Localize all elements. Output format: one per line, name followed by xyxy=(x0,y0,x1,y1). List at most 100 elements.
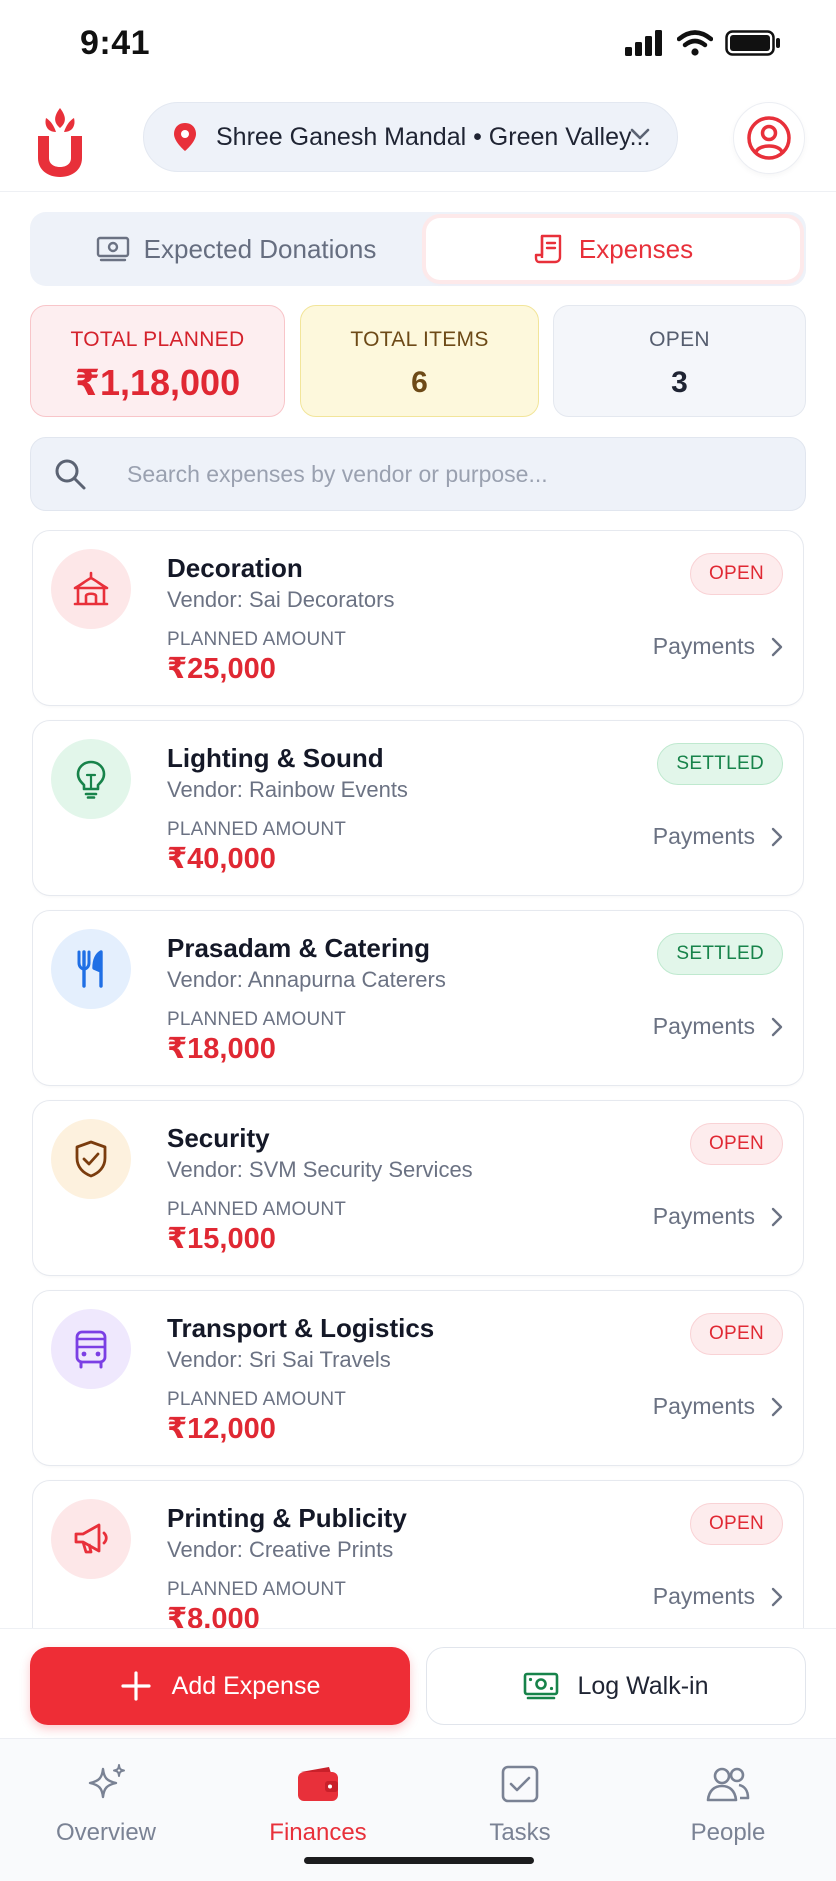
status-badge: SETTLED xyxy=(657,743,783,785)
wifi-icon xyxy=(677,30,713,56)
people-icon xyxy=(638,1759,818,1809)
planned-amount: ₹12,000 xyxy=(167,1413,276,1445)
status-badge: SETTLED xyxy=(657,933,783,975)
log-walkin-label: Log Walk-in xyxy=(577,1671,709,1700)
stat-open: OPEN 3 xyxy=(553,305,806,417)
tab-label: Expected Donations xyxy=(143,233,377,264)
stat-label: TOTAL PLANNED xyxy=(70,328,245,351)
chevron-down-icon xyxy=(630,128,650,140)
tab-label: Expenses xyxy=(578,233,694,264)
payments-link[interactable]: Payments xyxy=(653,1393,783,1420)
payments-link[interactable]: Payments xyxy=(653,823,783,850)
tent-icon xyxy=(51,549,131,629)
shield-check-icon xyxy=(51,1119,131,1199)
bulb-icon xyxy=(51,739,131,819)
planned-amount-label: PLANNED AMOUNT xyxy=(167,1009,347,1030)
wallet-icon xyxy=(228,1759,408,1809)
plus-icon xyxy=(120,1670,152,1702)
app-logo[interactable] xyxy=(34,106,86,178)
cash-icon xyxy=(523,1672,559,1700)
planned-amount-label: PLANNED AMOUNT xyxy=(167,1199,347,1220)
expense-title: Printing & Publicity xyxy=(167,1503,407,1533)
expense-card[interactable]: Decoration Vendor: Sai Decorators PLANNE… xyxy=(32,530,804,706)
add-expense-button[interactable]: Add Expense xyxy=(30,1647,410,1725)
finance-tabs: Expected Donations Expenses xyxy=(30,212,806,286)
profile-button[interactable] xyxy=(733,102,805,174)
stat-label: TOTAL ITEMS xyxy=(350,328,489,351)
location-selector[interactable]: Shree Ganesh Mandal • Green Valley... xyxy=(143,102,678,172)
expense-vendor: Vendor: Creative Prints xyxy=(167,1537,394,1562)
action-bar: Add Expense Log Walk-in xyxy=(0,1628,836,1738)
expense-title: Prasadam & Catering xyxy=(167,933,430,963)
expense-card[interactable]: Transport & Logistics Vendor: Sri Sai Tr… xyxy=(32,1290,804,1466)
payments-label: Payments xyxy=(652,823,755,849)
chevron-right-icon xyxy=(771,1397,783,1417)
log-walkin-button[interactable]: Log Walk-in xyxy=(426,1647,806,1725)
chevron-right-icon xyxy=(771,1017,783,1037)
stat-value: 3 xyxy=(671,366,688,399)
nav-label: Overview xyxy=(55,1819,157,1846)
money-icon xyxy=(96,236,130,262)
expense-vendor: Vendor: Sai Decorators xyxy=(167,587,395,612)
nav-finances[interactable]: Finances xyxy=(228,1759,408,1847)
tab-expected-donations[interactable]: Expected Donations xyxy=(36,218,436,280)
nav-tasks[interactable]: Tasks xyxy=(430,1759,610,1847)
nav-overview[interactable]: Overview xyxy=(16,1759,196,1847)
payments-label: Payments xyxy=(652,1583,755,1609)
status-time: 9:41 xyxy=(80,24,151,62)
planned-amount: ₹15,000 xyxy=(167,1223,276,1255)
planned-amount: ₹40,000 xyxy=(167,843,276,875)
location-text: Shree Ganesh Mandal • Green Valley... xyxy=(216,122,651,151)
expense-card[interactable]: Lighting & Sound Vendor: Rainbow Events … xyxy=(32,720,804,896)
payments-label: Payments xyxy=(652,1393,755,1419)
chevron-right-icon xyxy=(771,827,783,847)
cutlery-icon xyxy=(51,929,131,1009)
expense-title: Security xyxy=(167,1123,270,1153)
location-pin-icon xyxy=(174,123,196,151)
nav-people[interactable]: People xyxy=(638,1759,818,1847)
status-badge: OPEN xyxy=(689,1503,783,1545)
stat-value: 6 xyxy=(411,366,428,399)
search-icon xyxy=(53,457,87,491)
expense-card[interactable]: Security Vendor: SVM Security Services P… xyxy=(32,1100,804,1276)
payments-link[interactable]: Payments xyxy=(653,1013,783,1040)
receipt-icon xyxy=(533,233,565,265)
stat-total-items: TOTAL ITEMS 6 xyxy=(300,305,539,417)
search-input[interactable] xyxy=(127,460,747,488)
planned-amount: ₹25,000 xyxy=(167,653,276,685)
signal-icon xyxy=(625,30,662,56)
chevron-right-icon xyxy=(771,1587,783,1607)
battery-icon xyxy=(725,30,780,56)
planned-amount: ₹8,000 xyxy=(167,1603,260,1628)
tab-expenses[interactable]: Expenses xyxy=(426,218,800,280)
planned-amount-label: PLANNED AMOUNT xyxy=(167,1389,347,1410)
user-circle-icon xyxy=(747,116,791,160)
payments-link[interactable]: Payments xyxy=(653,1203,783,1230)
expense-list: Decoration Vendor: Sai Decorators PLANNE… xyxy=(32,530,804,1628)
payments-label: Payments xyxy=(652,1013,755,1039)
payments-link[interactable]: Payments xyxy=(653,633,783,660)
nav-label: Tasks xyxy=(489,1819,551,1846)
stat-label: OPEN xyxy=(649,328,710,351)
payments-label: Payments xyxy=(652,1203,755,1229)
payments-link[interactable]: Payments xyxy=(653,1583,783,1610)
bus-icon xyxy=(51,1309,131,1389)
megaphone-icon xyxy=(51,1499,131,1579)
status-bar: 9:41 xyxy=(0,0,836,90)
expense-vendor: Vendor: Annapurna Caterers xyxy=(167,967,446,992)
expense-vendor: Vendor: Rainbow Events xyxy=(167,777,408,802)
expense-title: Decoration xyxy=(167,553,303,583)
planned-amount: ₹18,000 xyxy=(167,1033,276,1065)
expense-title: Transport & Logistics xyxy=(167,1313,435,1343)
header: Shree Ganesh Mandal • Green Valley... xyxy=(0,92,836,192)
expense-card[interactable]: Printing & Publicity Vendor: Creative Pr… xyxy=(32,1480,804,1628)
nav-label: Finances xyxy=(269,1819,367,1846)
planned-amount-label: PLANNED AMOUNT xyxy=(167,1579,347,1600)
expense-vendor: Vendor: SVM Security Services xyxy=(167,1157,473,1182)
stat-value: ₹1,18,000 xyxy=(74,362,241,403)
expense-vendor: Vendor: Sri Sai Travels xyxy=(167,1347,391,1372)
status-icons xyxy=(625,30,781,56)
search-bar xyxy=(30,437,806,511)
expense-card[interactable]: Prasadam & Catering Vendor: Annapurna Ca… xyxy=(32,910,804,1086)
planned-amount-label: PLANNED AMOUNT xyxy=(167,819,347,840)
